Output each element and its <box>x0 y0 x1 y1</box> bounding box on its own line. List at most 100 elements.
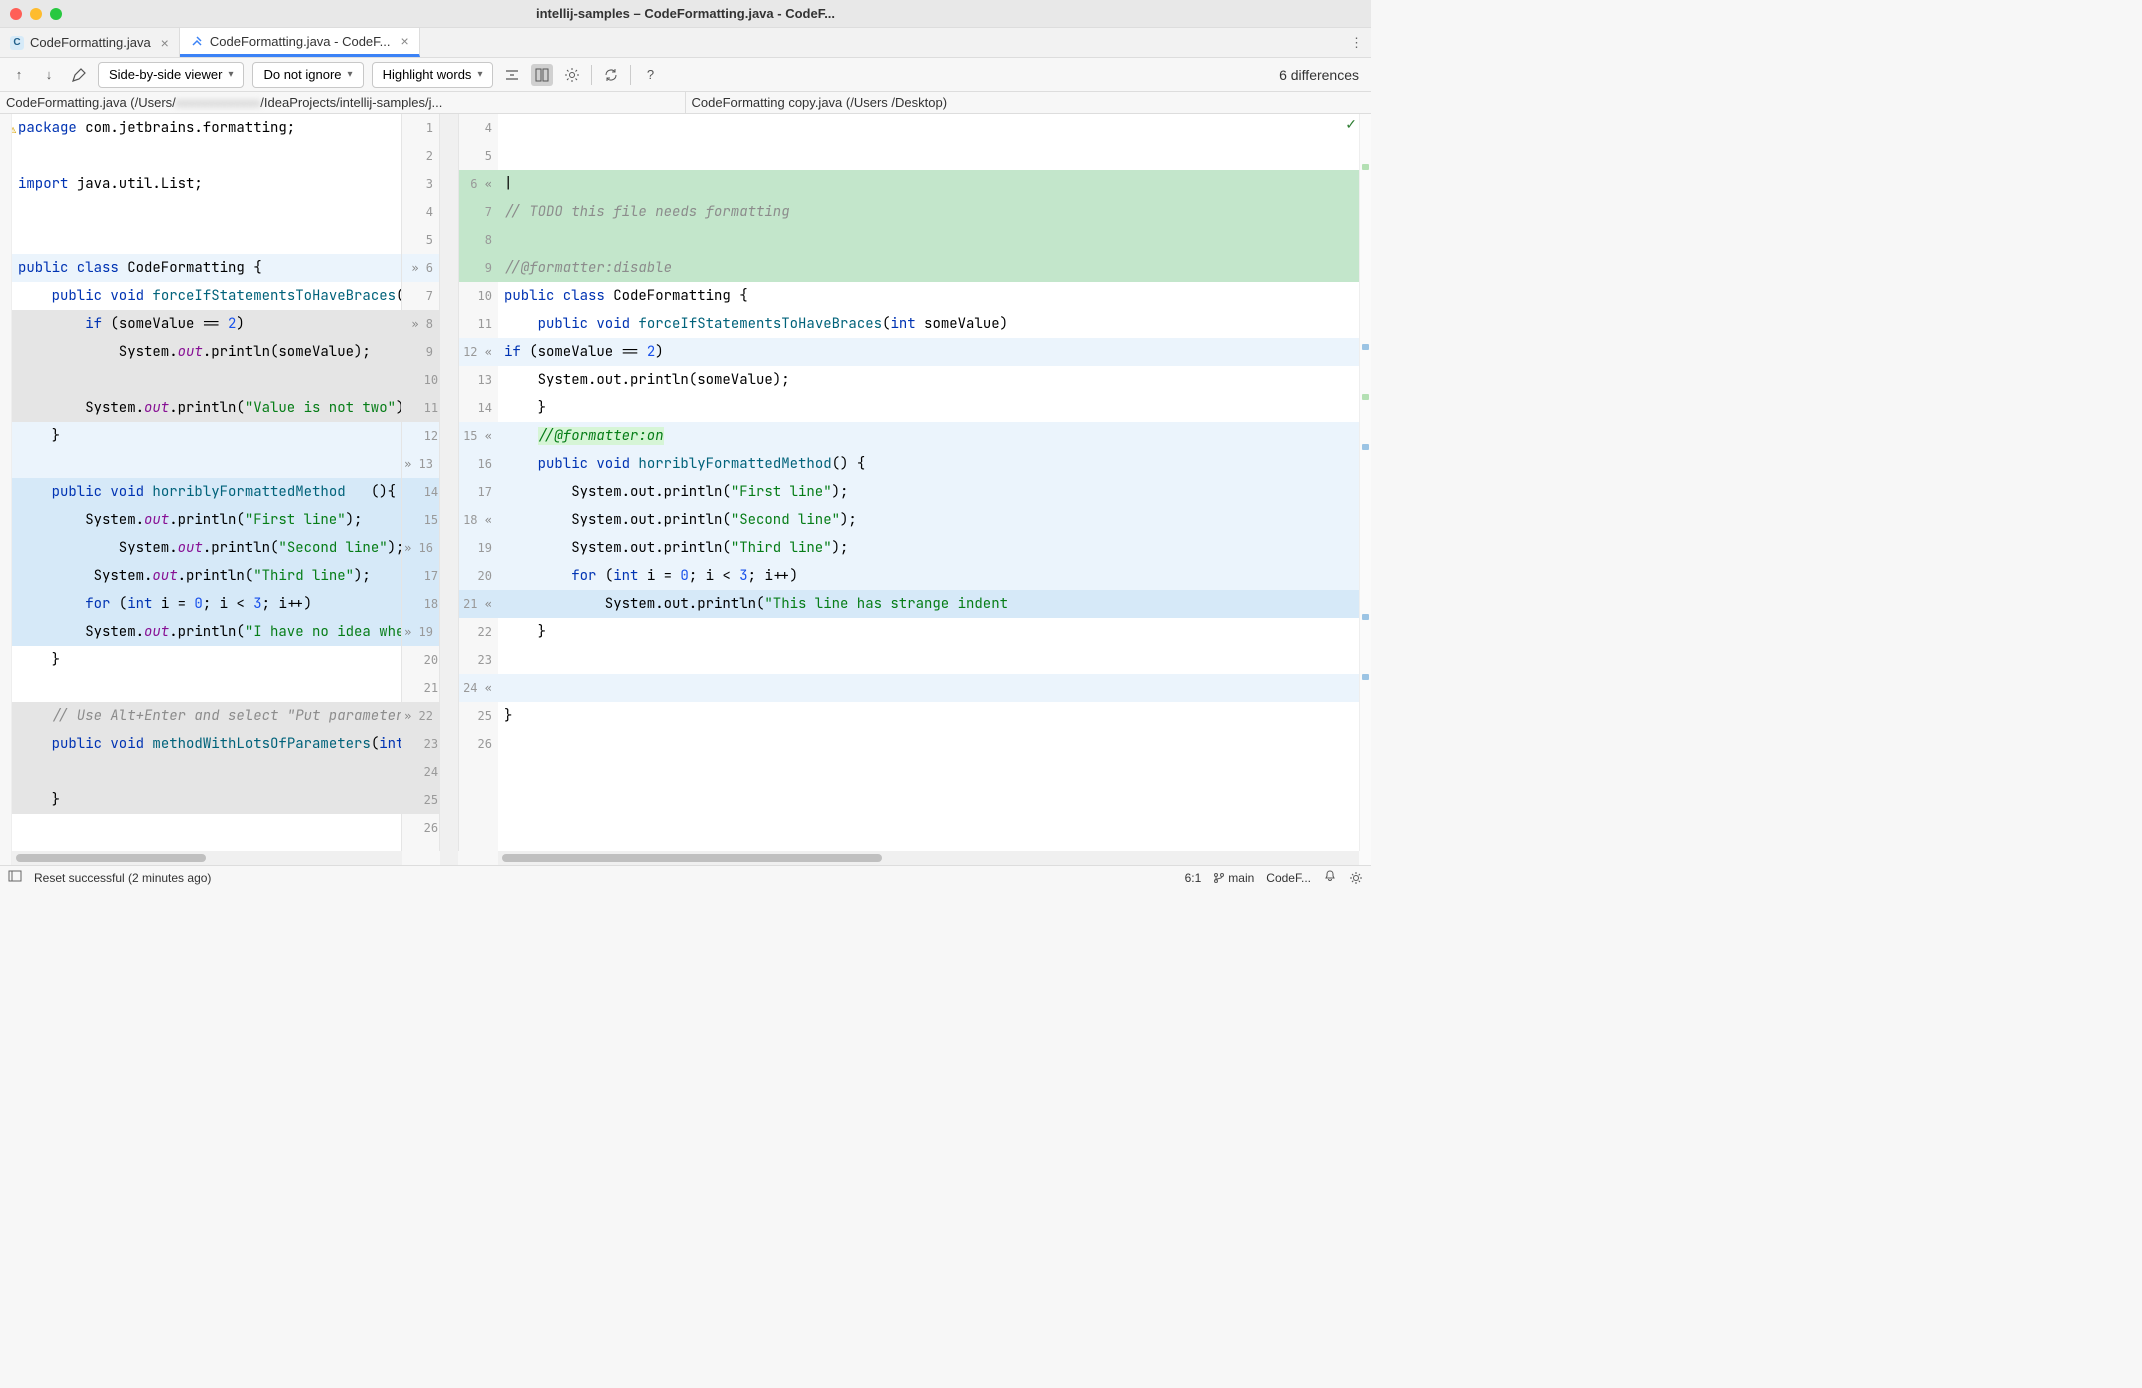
code-line[interactable] <box>498 142 1359 170</box>
code-line[interactable] <box>12 142 401 170</box>
code-line[interactable] <box>498 226 1359 254</box>
code-line[interactable]: System.out.println("Second line"); <box>498 506 1359 534</box>
right-marker-bar[interactable] <box>1359 114 1371 851</box>
tab-overflow-icon[interactable]: ⋮ <box>1350 35 1363 51</box>
code-line[interactable] <box>12 674 401 702</box>
lock-icon[interactable] <box>1349 871 1363 885</box>
tab-codeformatting[interactable]: C CodeFormatting.java × <box>0 28 180 57</box>
code-line[interactable]: System.out.println("First line"); <box>498 478 1359 506</box>
chevron-down-icon: ▾ <box>228 69 233 80</box>
code-line[interactable]: public void methodWithLotsOfParameters(i… <box>12 730 401 758</box>
code-line[interactable]: public void forceIfStatementsToHaveBrace… <box>498 310 1359 338</box>
view-mode-dropdown[interactable]: Side-by-side viewer ▾ <box>98 62 244 88</box>
code-line[interactable]: System.out.println("This line has strang… <box>498 590 1359 618</box>
code-line[interactable] <box>12 450 401 478</box>
code-line[interactable]: System.out.println("I have no idea where… <box>12 618 401 646</box>
code-line[interactable] <box>12 226 401 254</box>
line-number: 5 <box>402 226 439 254</box>
line-number: » 16 <box>402 534 439 562</box>
line-number: 4 <box>459 114 498 142</box>
code-line[interactable]: public class CodeFormatting { <box>498 282 1359 310</box>
refresh-icon[interactable] <box>600 64 622 86</box>
code-line[interactable]: } <box>12 646 401 674</box>
code-line[interactable]: } <box>12 422 401 450</box>
code-line[interactable] <box>498 730 1359 758</box>
ignore-mode-dropdown[interactable]: Do not ignore ▾ <box>252 62 363 88</box>
edit-source-icon[interactable] <box>68 64 90 86</box>
code-line[interactable]: System.out.println("First line"); <box>12 506 401 534</box>
titlebar: intellij-samples – CodeFormatting.java -… <box>0 0 1371 28</box>
code-line[interactable]: //@formatter:on <box>498 422 1359 450</box>
tab-label: CodeFormatting.java <box>30 35 151 50</box>
code-line[interactable]: System.out.println("Third line"); <box>498 534 1359 562</box>
close-tab-icon[interactable]: × <box>161 35 169 51</box>
left-scrollbar[interactable] <box>12 851 402 865</box>
maximize-window-icon[interactable] <box>50 8 62 20</box>
next-diff-icon[interactable]: ↓ <box>38 64 60 86</box>
line-number: 10 <box>459 282 498 310</box>
line-number: 15 <box>402 506 439 534</box>
tab-diff[interactable]: CodeFormatting.java - CodeF... × <box>180 28 420 57</box>
cursor-position[interactable]: 6:1 <box>1185 871 1202 885</box>
code-line[interactable]: package com.jetbrains.formatting; <box>12 114 401 142</box>
code-line[interactable] <box>12 198 401 226</box>
code-line[interactable]: | <box>498 170 1359 198</box>
right-scrollbar[interactable] <box>498 851 1359 865</box>
code-line[interactable]: if (someValue == 2) <box>12 310 401 338</box>
left-code-pane[interactable]: package com.jetbrains.formatting; import … <box>12 114 402 851</box>
code-line[interactable]: } <box>498 394 1359 422</box>
help-icon[interactable]: ? <box>639 64 661 86</box>
code-line[interactable] <box>498 646 1359 674</box>
code-line[interactable]: System.out.println("Third line"); <box>12 562 401 590</box>
line-number: 20 <box>459 562 498 590</box>
code-line[interactable]: System.out.println(someValue); <box>12 338 401 366</box>
code-line[interactable] <box>498 674 1359 702</box>
code-line[interactable]: System.out.println("Second line"); <box>12 534 401 562</box>
prev-diff-icon[interactable]: ↑ <box>8 64 30 86</box>
code-line[interactable] <box>12 366 401 394</box>
line-number: 11 <box>402 394 439 422</box>
highlight-mode-dropdown[interactable]: Highlight words ▾ <box>372 62 494 88</box>
code-line[interactable] <box>12 758 401 786</box>
code-line[interactable]: if (someValue == 2) <box>498 338 1359 366</box>
left-edge-gutter <box>0 114 12 851</box>
window-title: intellij-samples – CodeFormatting.java -… <box>536 6 835 21</box>
code-line[interactable]: public void horriblyFormattedMethod (){ <box>12 478 401 506</box>
code-line[interactable]: // Use Alt+Enter and select "Put paramet… <box>12 702 401 730</box>
code-line[interactable]: System.out.println(someValue); <box>498 366 1359 394</box>
code-line[interactable]: //@formatter:disable <box>498 254 1359 282</box>
code-line[interactable] <box>498 114 1359 142</box>
code-line[interactable]: import java.util.List; <box>12 170 401 198</box>
line-number: 9 <box>402 338 439 366</box>
sync-scroll-icon[interactable] <box>531 64 553 86</box>
line-number: 9 <box>459 254 498 282</box>
close-window-icon[interactable] <box>10 8 22 20</box>
notifications-icon[interactable] <box>1323 869 1337 886</box>
code-line[interactable]: } <box>12 786 401 814</box>
code-line[interactable]: for (int i = 0; i < 3; i++) <box>498 562 1359 590</box>
java-class-icon: C <box>10 36 24 50</box>
git-branch[interactable]: main <box>1213 871 1254 885</box>
code-line[interactable]: for (int i = 0; i < 3; i++) <box>12 590 401 618</box>
code-line[interactable]: } <box>498 618 1359 646</box>
line-number: 11 <box>459 310 498 338</box>
line-number: 7 <box>459 198 498 226</box>
code-line[interactable]: System.out.println("Value is not two"); <box>12 394 401 422</box>
line-number: » 19 <box>402 618 439 646</box>
minimize-window-icon[interactable] <box>30 8 42 20</box>
collapse-unchanged-icon[interactable] <box>501 64 523 86</box>
code-line[interactable]: public void forceIfStatementsToHaveBrace… <box>12 282 401 310</box>
code-line[interactable]: public void horriblyFormattedMethod() { <box>498 450 1359 478</box>
branch-name: main <box>1228 871 1254 885</box>
close-tab-icon[interactable]: × <box>401 33 409 49</box>
tool-window-icon[interactable] <box>8 869 22 886</box>
settings-icon[interactable] <box>561 64 583 86</box>
code-line[interactable] <box>12 814 401 842</box>
code-line[interactable]: } <box>498 702 1359 730</box>
right-code-pane[interactable]: ✓ |// TODO this file needs formatting//@… <box>498 114 1359 851</box>
line-number: 25 <box>402 786 439 814</box>
line-number: » 6 <box>402 254 439 282</box>
code-line[interactable]: public class CodeFormatting { <box>12 254 401 282</box>
code-line[interactable]: // TODO this file needs formatting <box>498 198 1359 226</box>
vcs-widget[interactable]: CodeF... <box>1266 871 1311 885</box>
